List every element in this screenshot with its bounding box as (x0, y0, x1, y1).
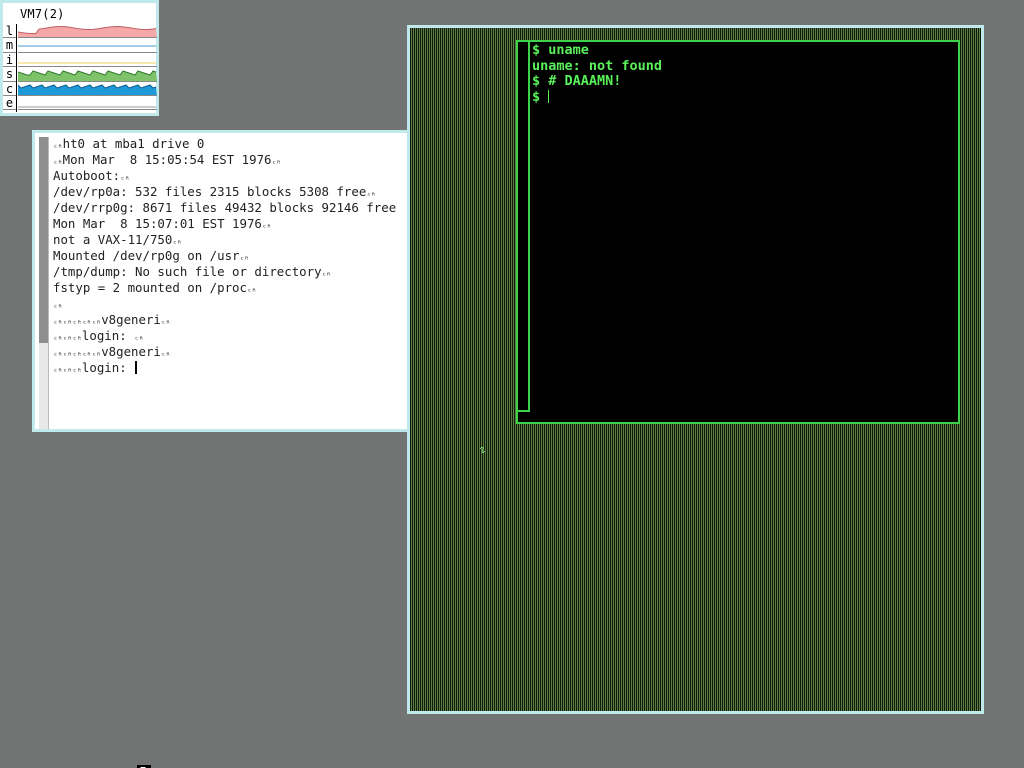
carriage-return-glyph: ᶜᴿ (53, 351, 63, 360)
console-line: ᶜᴿᶜᴿᶜᴿᶜᴿᶜᴿv8generiᶜᴿ (53, 312, 396, 328)
carriage-return-glyph: ᶜᴿ (62, 367, 73, 376)
console-line: /tmp/dump: No such file or directoryᶜᴿ (53, 264, 396, 280)
vm-monitor-window[interactable]: VM7(2) l m i s c e (0, 0, 159, 116)
console-line-text: Mounted /dev/rp0g on /usr (53, 248, 240, 263)
console-line-text: ht0 at mba1 drive 0 (62, 136, 205, 151)
carriage-return-glyph: ᶜᴿ (172, 239, 182, 248)
console-line-text: Mon Mar 8 15:07:01 EST 1976 (53, 216, 262, 231)
console-output[interactable]: ᶜᴿht0 at mba1 drive 0 ᶜᴿMon Mar 8 15:05:5… (53, 136, 396, 376)
console-line-text: /tmp/dump: No such file or directory (53, 264, 322, 279)
console-line: fstyp = 2 mounted on /procᶜᴿ (53, 280, 396, 296)
vm-graph-row (18, 67, 157, 82)
carriage-return-glyph: ᶜᴿ (134, 335, 144, 344)
console-line-text: login: (81, 360, 135, 375)
console-scrollbar[interactable] (39, 137, 49, 429)
terminal-cursor (548, 89, 550, 103)
console-line: ᶜᴿᶜᴿᶜᴿᶜᴿᶜᴿv8generiᶜᴿ (53, 344, 396, 360)
console-line: /dev/rrp0g: 8671 files 49432 blocks 9214… (53, 200, 396, 216)
carriage-return-glyph: ᶜᴿ (261, 223, 272, 232)
vm-row-letter: m (3, 38, 16, 53)
vm-graph-row (18, 38, 157, 53)
console-line-text: not a VAX-11/750 (53, 232, 173, 247)
carriage-return-glyph: ᶜᴿ (271, 159, 282, 168)
terminal-line: $ (532, 88, 662, 106)
carriage-return-glyph: ᶜᴿ (321, 271, 332, 280)
vm-monitor-title: VM7(2) (20, 7, 65, 21)
carriage-return-glyph: ᶜᴿ (72, 367, 82, 376)
vm-monitor-graphs (18, 24, 157, 112)
console-line: Mounted /dev/rp0g on /usrᶜᴿ (53, 248, 396, 264)
vm-graph-row (18, 24, 157, 39)
terminal-line: $ uname (532, 42, 662, 59)
console-line-text: Autoboot: (53, 168, 121, 183)
terminal-line-text: $ # DAAAMN! (532, 73, 622, 89)
vm-row-letter: e (3, 96, 16, 111)
console-line-text: login: (81, 328, 135, 343)
console-line-text: v8generi (101, 344, 161, 359)
terminal-output[interactable]: $ uname uname: not found $ # DAAAMN! $ (532, 42, 663, 106)
carriage-return-glyph: ᶜᴿ (53, 143, 63, 152)
terminal-window[interactable]: $ uname uname: not found $ # DAAAMN! $ (516, 40, 960, 424)
carriage-return-glyph: ᶜᴿ (81, 319, 92, 328)
pen-scribble-mark: ∿ (475, 443, 489, 458)
carriage-return-glyph: ᶜᴿ (53, 319, 63, 328)
console-line: Autoboot:ᶜᴿ (53, 168, 396, 184)
carriage-return-glyph: ᶜᴿ (62, 335, 73, 344)
carriage-return-glyph: ᶜᴿ (53, 159, 63, 168)
console-line: ᶜᴿ (53, 296, 396, 312)
vm-graph-fill (18, 84, 157, 95)
console-scroll-thumb[interactable] (39, 137, 48, 343)
vm-graph-fill (18, 26, 157, 38)
carriage-return-glyph: ᶜᴿ (72, 351, 82, 360)
console-line-text: /dev/rrp0g: 8671 files 49432 blocks 9214… (53, 200, 397, 215)
console-line-text: /dev/rp0a: 532 files 2315 blocks 5308 fr… (53, 184, 367, 199)
terminal-line-text: uname: not found (532, 57, 663, 74)
carriage-return-glyph: ᶜᴿ (160, 319, 171, 328)
console-line-text: Mon Mar 8 15:05:54 EST 1976 (62, 152, 272, 167)
terminal-line-text: $ uname (532, 42, 589, 58)
vm-row-letter: l (3, 24, 16, 39)
carriage-return-glyph: ᶜᴿ (53, 335, 63, 344)
terminal-scrollbar[interactable] (518, 42, 530, 412)
carriage-return-glyph: ᶜᴿ (72, 319, 82, 328)
carriage-return-glyph: ᶜᴿ (53, 303, 63, 312)
carriage-return-glyph: ᶜᴿ (62, 319, 73, 328)
carriage-return-glyph: ᶜᴿ (239, 255, 250, 264)
console-line-text: fstyp = 2 mounted on /proc (53, 280, 247, 295)
console-line: not a VAX-11/750ᶜᴿ (53, 232, 396, 248)
console-line: ᶜᴿᶜᴿᶜᴿlogin: ᶜᴿ (53, 328, 396, 344)
terminal-line-text: $ (532, 88, 549, 105)
vm-row-letter: c (3, 82, 16, 96)
carriage-return-glyph: ᶜᴿ (246, 287, 257, 296)
carriage-return-glyph: ᶜᴿ (53, 367, 63, 376)
vm-graph-row (18, 53, 157, 68)
carriage-return-glyph: ᶜᴿ (91, 319, 102, 328)
console-line: /dev/rp0a: 532 files 2315 blocks 5308 fr… (53, 184, 396, 200)
carriage-return-glyph: ᶜᴿ (62, 351, 73, 360)
terminal-line: uname: not found (532, 57, 663, 75)
vm-monitor-legend: l m i s c e (3, 24, 17, 112)
vm-graph-row (18, 82, 157, 96)
vm-graph-row (18, 96, 157, 111)
mouse-pointer-icon (137, 759, 152, 768)
text-cursor (135, 361, 138, 374)
console-line-text: v8generi (101, 312, 161, 327)
console-line: ᶜᴿMon Mar 8 15:05:54 EST 1976ᶜᴿ (53, 152, 396, 168)
vm-row-letter: s (3, 67, 16, 82)
carriage-return-glyph: ᶜᴿ (160, 351, 171, 360)
terminal-line: $ # DAAAMN! (532, 73, 662, 90)
carriage-return-glyph: ᶜᴿ (81, 351, 92, 360)
terminal-window-frame[interactable]: $ uname uname: not found $ # DAAAMN! $ ∿ (407, 25, 984, 714)
carriage-return-glyph: ᶜᴿ (72, 335, 82, 344)
console-line: ᶜᴿᶜᴿᶜᴿlogin: (53, 360, 396, 376)
vm-row-letter: i (3, 53, 16, 68)
carriage-return-glyph: ᶜᴿ (366, 191, 376, 200)
carriage-return-glyph: ᶜᴿ (120, 175, 130, 184)
carriage-return-glyph: ᶜᴿ (91, 351, 102, 360)
console-line: ᶜᴿht0 at mba1 drive 0 (53, 136, 396, 152)
console-line: Mon Mar 8 15:07:01 EST 1976ᶜᴿ (53, 216, 396, 232)
console-window[interactable]: ᶜᴿht0 at mba1 drive 0 ᶜᴿMon Mar 8 15:05:5… (32, 130, 410, 432)
